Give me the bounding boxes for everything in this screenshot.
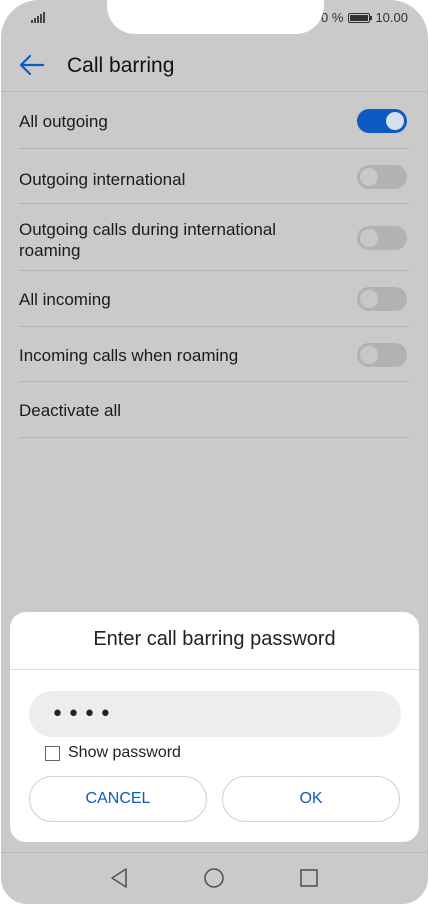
incoming-roaming-toggle[interactable]	[357, 343, 407, 367]
option-all-incoming[interactable]: All incoming	[19, 271, 409, 327]
outgoing-international-toggle[interactable]	[357, 165, 407, 189]
ok-button[interactable]: OK	[222, 776, 400, 822]
show-password-label: Show password	[68, 744, 181, 761]
nav-back-button[interactable]	[104, 863, 134, 893]
navigation-bar	[1, 852, 428, 904]
camera-notch	[107, 0, 324, 34]
option-label: Deactivate all	[19, 401, 122, 420]
nav-recents-button[interactable]	[294, 863, 324, 893]
signal-icon	[31, 12, 45, 23]
show-password-checkbox[interactable]	[45, 745, 60, 761]
option-deactivate-all[interactable]: Deactivate all	[19, 382, 409, 438]
page-title: Call barring	[67, 54, 175, 77]
option-incoming-roaming[interactable]: Incoming calls when roaming	[19, 327, 409, 382]
password-input[interactable]	[29, 691, 401, 737]
option-label: Incoming calls when roaming	[19, 346, 239, 365]
dialog-title: Enter call barring password	[93, 628, 336, 650]
square-recents-icon	[300, 869, 318, 887]
toggle-knob	[360, 168, 378, 186]
password-dialog: Enter call barring password Show passwor…	[10, 612, 419, 842]
circle-home-icon	[204, 868, 224, 888]
toggle-knob	[360, 229, 378, 247]
all-incoming-toggle[interactable]	[357, 287, 407, 311]
back-button[interactable]	[15, 50, 49, 80]
clock: 10.00	[375, 10, 408, 25]
toggle-knob	[360, 346, 378, 364]
option-label: All incoming	[19, 290, 111, 309]
option-label: Outgoing calls during international roam…	[19, 220, 277, 260]
all-outgoing-toggle[interactable]	[357, 109, 407, 133]
toggle-knob	[386, 112, 404, 130]
show-password-option[interactable]: Show password	[45, 744, 181, 762]
screen: 100 % 10.00 Call barring All outgoing Ou…	[1, 0, 428, 904]
option-label: Outgoing international	[19, 170, 186, 189]
app-bar: Call barring	[1, 40, 428, 92]
option-outgoing-roaming[interactable]: Outgoing calls during international roam…	[19, 204, 409, 271]
option-label: All outgoing	[19, 112, 108, 131]
arrow-left-icon	[19, 54, 45, 76]
option-outgoing-international[interactable]: Outgoing international	[19, 149, 409, 204]
dialog-divider	[10, 669, 419, 670]
option-all-outgoing[interactable]: All outgoing	[19, 92, 409, 149]
nav-home-button[interactable]	[199, 863, 229, 893]
cancel-button[interactable]: CANCEL	[29, 776, 207, 822]
triangle-back-icon	[111, 868, 127, 888]
outgoing-roaming-toggle[interactable]	[357, 226, 407, 250]
toggle-knob	[360, 290, 378, 308]
call-barring-list: All outgoing Outgoing international Outg…	[19, 92, 409, 438]
phone-frame: 100 % 10.00 Call barring All outgoing Ou…	[0, 0, 429, 906]
battery-icon	[348, 12, 373, 23]
